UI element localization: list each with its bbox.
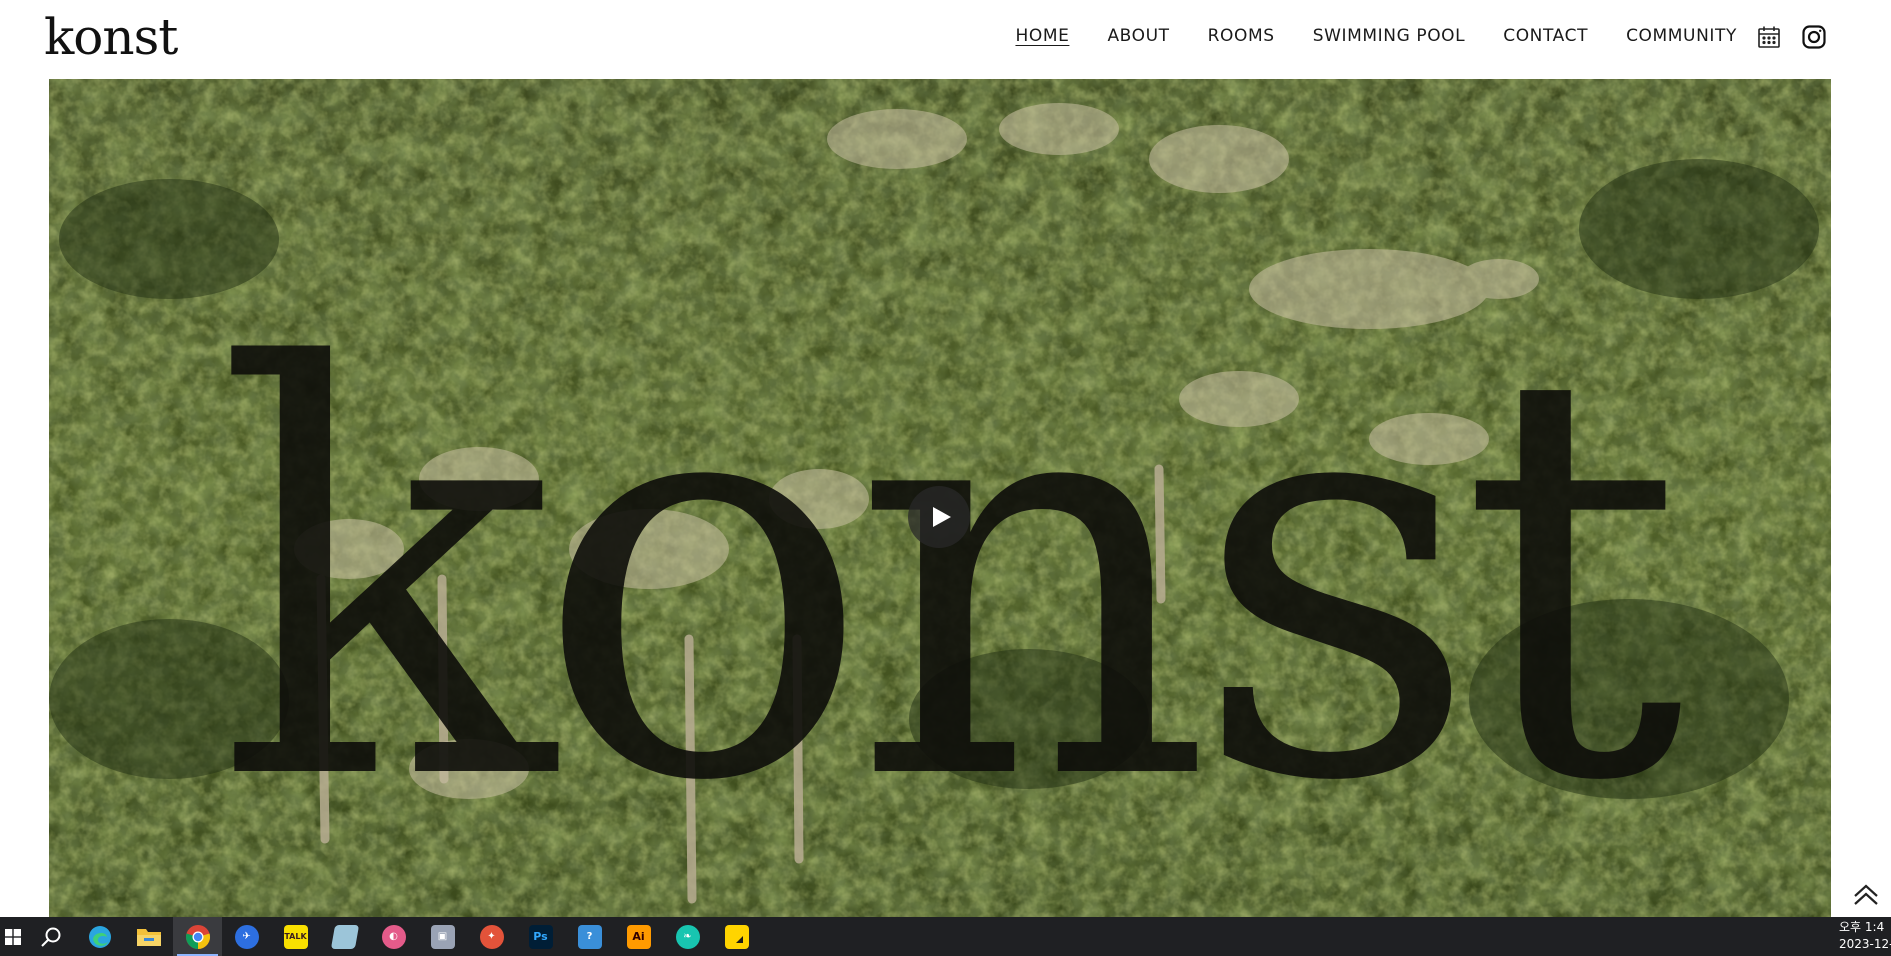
site-logo[interactable]: konst [44,6,178,68]
calendar-icon[interactable] [1756,24,1782,50]
clock-date: 2023-12- [1839,937,1891,951]
taskbar-edge[interactable] [75,917,124,956]
file-explorer-icon [136,928,161,946]
taskbar-app-paper[interactable] [320,917,369,956]
app-icon: ✦ [479,924,504,949]
taskbar-file-explorer[interactable] [124,917,173,956]
windows-start-icon [5,928,21,945]
illustrator-icon: Ai [626,924,651,949]
sticky-notes-icon [724,924,749,949]
taskbar-app-box[interactable]: ▣ [418,917,467,956]
main-nav: HOME ABOUT ROOMS SWIMMING POOL CONTACT C… [1015,20,1737,52]
play-button[interactable] [908,486,970,548]
nav-rooms[interactable]: ROOMS [1208,20,1275,52]
taskbar-app-help[interactable]: ? [565,917,614,956]
windows-taskbar: ✈ TALK ◐ ▣ ✦ Ps ? Ai ❧ 오후 1:4 2023-12- [0,917,1891,956]
windows-start-button[interactable] [0,917,26,956]
app-icon: ✈ [234,924,259,949]
nav-contact[interactable]: CONTACT [1503,20,1588,52]
app-icon [330,924,359,949]
app-icon: ❧ [675,924,700,949]
nav-community[interactable]: COMMUNITY [1626,20,1737,52]
kakaotalk-icon: TALK [283,924,308,949]
edge-icon [88,925,111,948]
nav-home[interactable]: HOME [1015,20,1069,52]
nav-about[interactable]: ABOUT [1107,20,1169,52]
instagram-icon[interactable] [1801,24,1827,50]
double-chevron-up-icon [1854,884,1878,905]
taskbar-kakaotalk[interactable]: TALK [271,917,320,956]
search-icon [40,927,60,947]
app-icon: ▣ [430,924,455,949]
taskbar-sticky-notes[interactable] [712,917,761,956]
taskbar-app-cloud[interactable]: ◐ [369,917,418,956]
scroll-top-button[interactable] [1850,878,1882,910]
taskbar-app-blue[interactable]: ✈ [222,917,271,956]
taskbar-photoshop[interactable]: Ps [516,917,565,956]
chrome-icon [185,924,210,949]
nav-swimming-pool[interactable]: SWIMMING POOL [1313,20,1466,52]
app-icon: ? [577,924,602,949]
app-icon: ◐ [381,924,406,949]
site-header: konst HOME ABOUT ROOMS SWIMMING POOL CON… [0,0,1891,79]
taskbar-clock[interactable]: 오후 1:4 2023-12- [1839,919,1891,953]
play-icon [933,507,951,527]
taskbar-app-flame[interactable]: ✦ [467,917,516,956]
taskbar-illustrator[interactable]: Ai [614,917,663,956]
taskbar-chrome[interactable] [173,917,222,956]
clock-time: 오후 1:4 [1839,920,1885,934]
taskbar-app-bird[interactable]: ❧ [663,917,712,956]
hero-video[interactable]: konst [49,79,1831,917]
photoshop-icon: Ps [528,924,553,949]
taskbar-search[interactable] [26,917,75,956]
